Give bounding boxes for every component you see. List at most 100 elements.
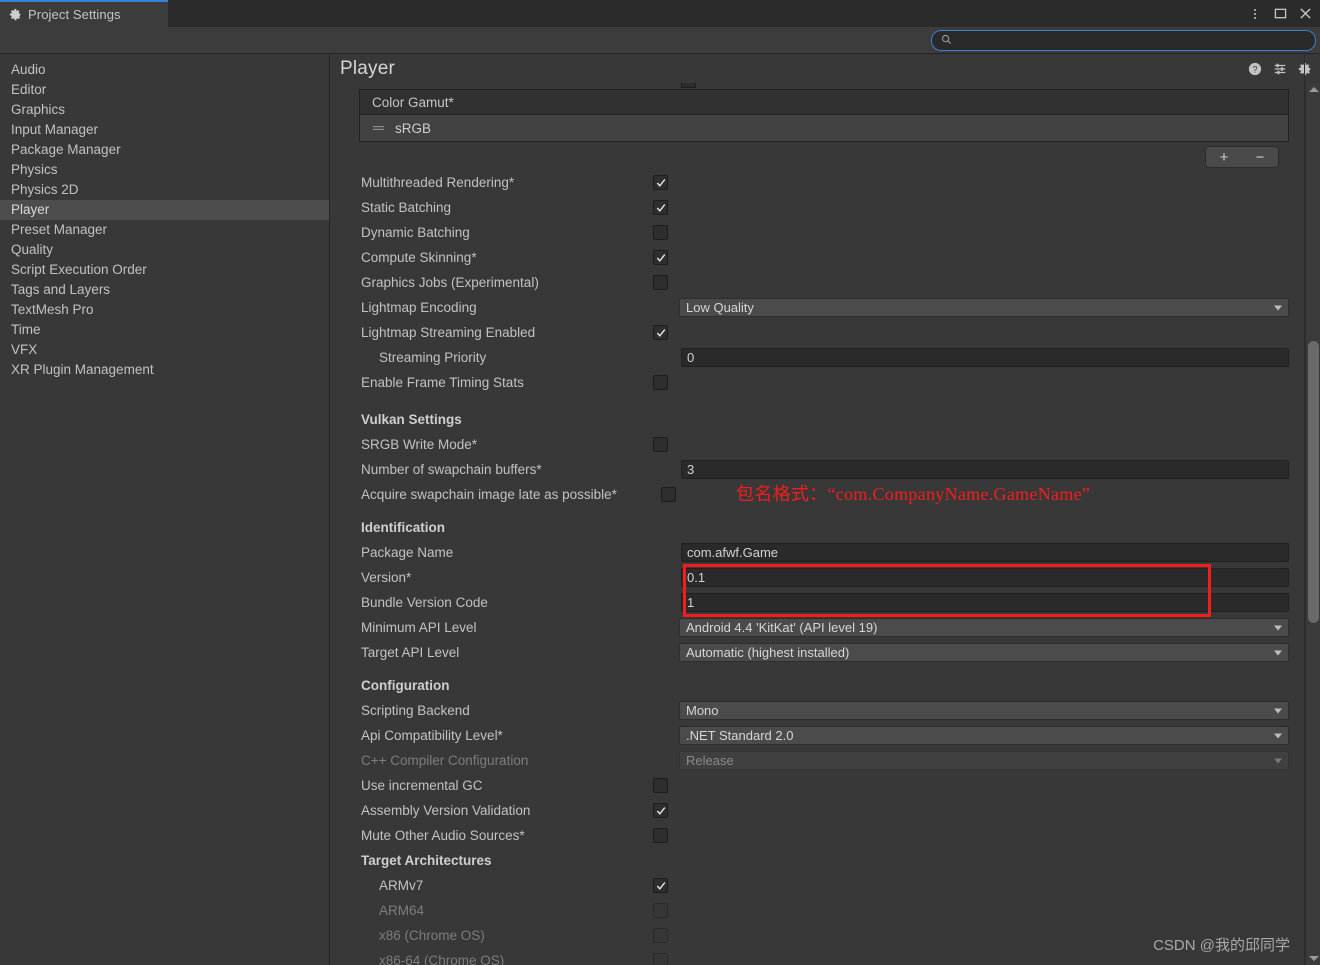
api-compatibility-label: Api Compatibility Level* [331,728,651,743]
chevron-down-icon [1274,625,1282,630]
srgb-write-mode-checkbox[interactable] [653,437,668,452]
sidebar-item-textmesh-pro[interactable]: TextMesh Pro [0,300,329,320]
mute-audio-label: Mute Other Audio Sources* [331,828,651,843]
sidebar-item-tags-and-layers[interactable]: Tags and Layers [0,280,329,300]
row-swapchain-buffers: Number of swapchain buffers* 3 [331,457,1300,482]
add-button[interactable]: + [1220,150,1229,165]
kebab-menu-icon[interactable] [1244,0,1266,27]
remove-button[interactable]: − [1256,150,1265,165]
sidebar-item-physics[interactable]: Physics [0,160,329,180]
scroll-up-arrow-icon[interactable] [1306,83,1320,96]
dynamic-batching-checkbox[interactable] [653,225,668,240]
bundle-version-code-label: Bundle Version Code [331,595,651,610]
mute-audio-checkbox[interactable] [653,828,668,843]
color-gamut-header: Color Gamut* [359,89,1289,115]
streaming-priority-label: Streaming Priority [331,350,651,365]
row-assembly-version-validation: Assembly Version Validation [331,798,1300,823]
target-api-level-value: Automatic (highest installed) [686,645,849,660]
api-compatibility-dropdown[interactable]: .NET Standard 2.0 [679,726,1289,745]
panel-header: Player ? [331,55,1320,83]
help-icon[interactable]: ? [1248,62,1262,76]
toolbar [0,27,1320,54]
frame-timing-checkbox[interactable] [653,375,668,390]
swapchain-buffers-field[interactable]: 3 [681,460,1289,479]
sidebar-item-xr-plugin-management[interactable]: XR Plugin Management [0,360,329,380]
swapchain-buffers-label: Number of swapchain buffers* [331,462,651,477]
lightmap-streaming-checkbox[interactable] [653,325,668,340]
dynamic-batching-label: Dynamic Batching [331,225,651,240]
tab-project-settings[interactable]: Project Settings [0,0,168,27]
row-version: Version* 0.1 [331,565,1300,590]
acquire-swapchain-checkbox[interactable] [661,487,676,502]
row-bundle-version-code: Bundle Version Code 1 [331,590,1300,615]
swapchain-buffers-value: 3 [687,462,694,477]
minimum-api-level-dropdown[interactable]: Android 4.4 'KitKat' (API level 19) [679,618,1289,637]
arch-x86-chrome-os-checkbox [653,928,668,943]
graphics-jobs-experimental-checkbox[interactable] [653,275,668,290]
sidebar-item-input-manager[interactable]: Input Manager [0,120,329,140]
row-target-api-level: Target API Level Automatic (highest inst… [331,640,1300,665]
assembly-validation-checkbox[interactable] [653,803,668,818]
search-box[interactable] [931,30,1316,51]
arch-armv7-checkbox[interactable] [653,878,668,893]
row-frame-timing-stats: Enable Frame Timing Stats [331,370,1300,395]
sidebar-item-vfx[interactable]: VFX [0,340,329,360]
srgb-write-mode-label: SRGB Write Mode* [331,437,651,452]
scripting-backend-dropdown[interactable]: Mono [679,701,1289,720]
row-scripting-backend: Scripting Backend Mono [331,698,1300,723]
gear-icon [9,8,22,21]
chevron-down-icon [1274,708,1282,713]
settings-scroll-content: Color Gamut* sRGB + − [331,83,1320,965]
lightmap-encoding-label: Lightmap Encoding [331,300,651,315]
multithreaded-rendering-checkbox[interactable] [653,175,668,190]
lightmap-streaming-label: Lightmap Streaming Enabled [331,325,651,340]
preset-icon[interactable] [1273,62,1287,76]
watermark: CSDN @我的邱同学 [1153,934,1290,955]
sidebar-item-player[interactable]: Player [0,200,329,220]
row-incremental-gc: Use incremental GC [331,773,1300,798]
sidebar-item-editor[interactable]: Editor [0,80,329,100]
chevron-down-icon [1274,650,1282,655]
row-lightmap-encoding: Lightmap Encoding Low Quality [331,295,1300,320]
target-api-level-dropdown[interactable]: Automatic (highest installed) [679,643,1289,662]
sidebar-item-time[interactable]: Time [0,320,329,340]
bundle-version-code-field[interactable]: 1 [681,593,1289,612]
maximize-icon[interactable] [1269,0,1291,27]
gear-icon[interactable] [1298,62,1312,76]
frame-timing-label: Enable Frame Timing Stats [331,375,651,390]
static-batching-checkbox[interactable] [653,200,668,215]
version-value: 0.1 [687,570,705,585]
row-package-name: Package Name com.afwf.Game [331,540,1300,565]
close-icon[interactable] [1294,0,1316,27]
row-compute-skinning: Compute Skinning* [331,245,1300,270]
version-field[interactable]: 0.1 [681,568,1289,587]
drag-handle-icon[interactable] [372,124,385,132]
clipped-checkbox[interactable] [681,83,696,88]
identification-header: Identification [331,515,1300,540]
cpp-compiler-label: C++ Compiler Configuration [331,753,651,768]
settings-sidebar: AudioEditorGraphicsInput ManagerPackage … [0,55,330,965]
arch-armv7-label: ARMv7 [331,878,651,893]
sidebar-item-script-execution-order[interactable]: Script Execution Order [0,260,329,280]
arch-arm64-label: ARM64 [331,903,651,918]
scrollbar-thumb[interactable] [1308,341,1319,623]
vertical-scrollbar[interactable] [1305,83,1320,965]
assembly-validation-label: Assembly Version Validation [331,803,651,818]
streaming-priority-field[interactable]: 0 [681,348,1289,367]
incremental-gc-checkbox[interactable] [653,778,668,793]
sidebar-item-preset-manager[interactable]: Preset Manager [0,220,329,240]
search-input[interactable] [957,34,1306,48]
row-static-batching: Static Batching [331,195,1300,220]
scroll-down-arrow-icon[interactable] [1306,952,1320,965]
package-name-field[interactable]: com.afwf.Game [681,543,1289,562]
lightmap-encoding-dropdown[interactable]: Low Quality [679,298,1289,317]
sidebar-item-audio[interactable]: Audio [0,60,329,80]
sidebar-item-graphics[interactable]: Graphics [0,100,329,120]
minimum-api-level-label: Minimum API Level [331,620,651,635]
sidebar-item-physics-2d[interactable]: Physics 2D [0,180,329,200]
sidebar-item-package-manager[interactable]: Package Manager [0,140,329,160]
scrollbar-track[interactable] [1306,96,1320,952]
compute-skinning-checkbox[interactable] [653,250,668,265]
row-mute-other-audio-sources: Mute Other Audio Sources* [331,823,1300,848]
sidebar-item-quality[interactable]: Quality [0,240,329,260]
